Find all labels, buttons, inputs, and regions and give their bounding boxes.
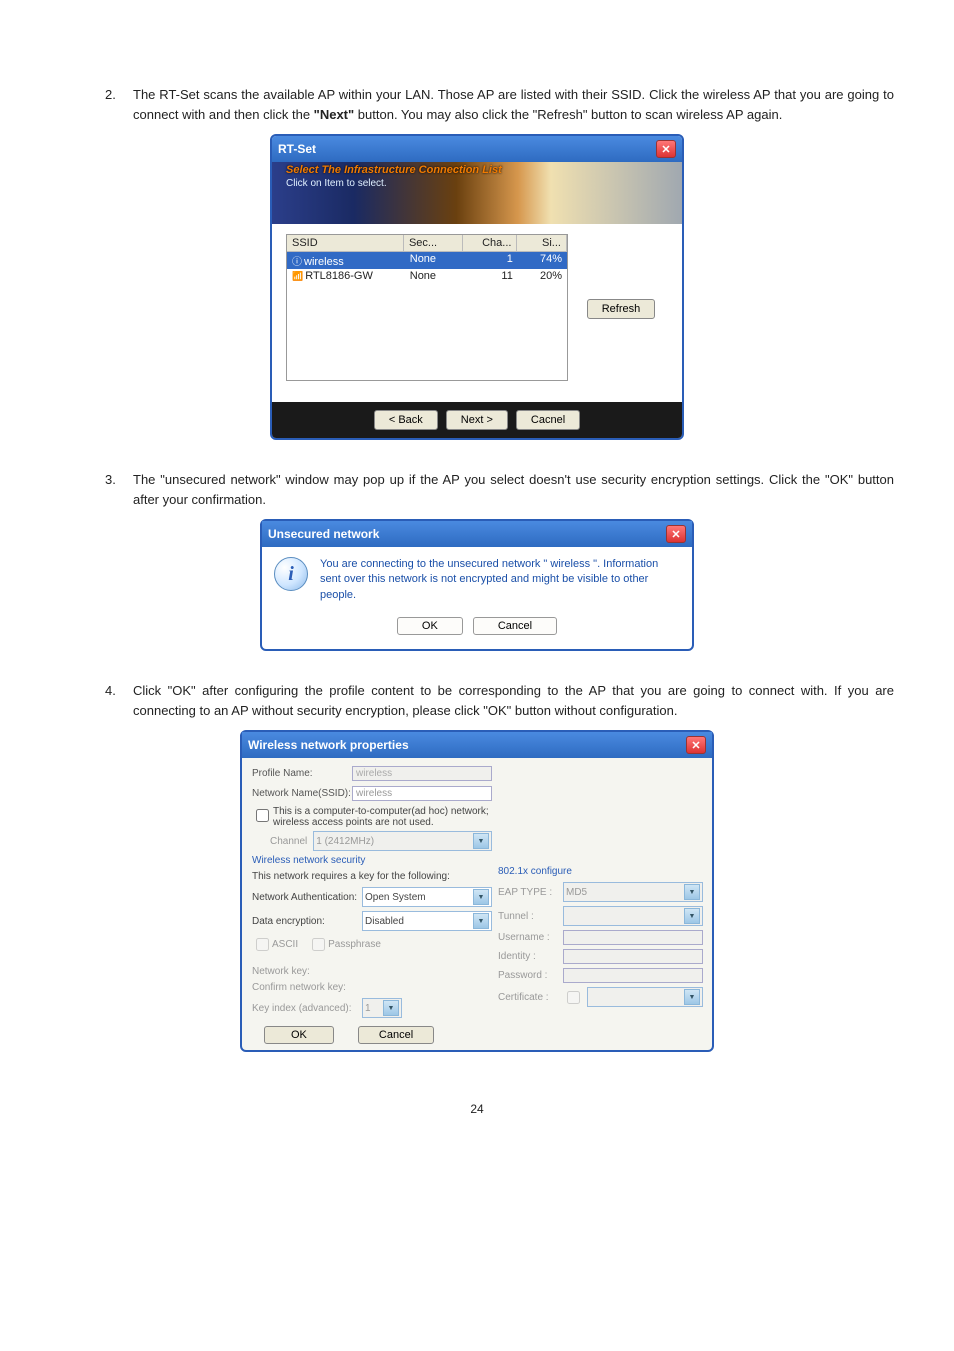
rtset-banner: Select The Infrastructure Connection Lis… xyxy=(272,162,682,224)
ok-button[interactable]: OK xyxy=(264,1026,334,1044)
chevron-down-icon[interactable]: ▼ xyxy=(473,913,489,929)
tunnel-label: Tunnel : xyxy=(498,911,563,922)
info-icon: i xyxy=(274,557,308,591)
table-row[interactable]: wireless None 1 74% xyxy=(287,252,567,269)
rtset-titlebar: RT-Set ✕ xyxy=(272,136,682,162)
passphrase-checkbox xyxy=(312,938,325,951)
cell-ssid: wireless xyxy=(287,252,405,269)
cell-sec: None xyxy=(405,269,464,283)
adhoc-checkbox[interactable] xyxy=(256,809,269,822)
banner-title: Select The Infrastructure Connection Lis… xyxy=(286,164,672,176)
8021x-section-title: 802.1x configure xyxy=(498,866,703,877)
cancel-button[interactable]: Cancel xyxy=(473,617,557,635)
enc-select[interactable]: Disabled ▼ xyxy=(362,911,492,931)
col-cha: Cha... xyxy=(463,235,517,251)
cell-ssid: RTL8186-GW xyxy=(287,269,405,283)
back-button[interactable]: < Back xyxy=(374,410,438,430)
col-sec: Sec... xyxy=(404,235,463,251)
eap-value: MD5 xyxy=(566,887,587,898)
cert-checkbox xyxy=(567,991,580,1004)
security-section-title: Wireless network security xyxy=(252,855,492,866)
confkey-label: Confirm network key: xyxy=(252,982,362,993)
password-label: Password : xyxy=(498,970,563,981)
enc-value: Disabled xyxy=(365,916,404,927)
props-titlebar: Wireless network properties ✕ xyxy=(242,732,712,758)
close-icon[interactable]: ✕ xyxy=(686,736,706,754)
username-label: Username : xyxy=(498,932,563,943)
step-4-number: 4. xyxy=(105,681,133,720)
cell-cha: 1 xyxy=(464,252,518,269)
eap-label: EAP TYPE : xyxy=(498,887,563,898)
chevron-down-icon: ▼ xyxy=(473,833,489,849)
unsecured-dialog: Unsecured network ✕ i You are connecting… xyxy=(260,519,694,651)
refresh-button[interactable]: Refresh xyxy=(587,299,656,319)
adhoc-label: This is a computer-to-computer(ad hoc) n… xyxy=(273,806,492,828)
channel-label: Channel xyxy=(270,836,307,847)
unsec-title: Unsecured network xyxy=(268,527,379,541)
ssid-input[interactable] xyxy=(352,786,492,801)
netkey-label: Network key: xyxy=(252,966,362,977)
auth-label: Network Authentication: xyxy=(252,892,362,903)
identity-label: Identity : xyxy=(498,951,563,962)
cancel-button[interactable]: Cancel xyxy=(358,1026,434,1044)
chevron-down-icon: ▼ xyxy=(684,884,700,900)
cert-select: ▼ xyxy=(587,987,703,1007)
next-button[interactable]: Next > xyxy=(446,410,508,430)
step-3-number: 3. xyxy=(105,470,133,509)
cell-si: 20% xyxy=(518,269,567,283)
keyidx-select: 1 ▼ xyxy=(362,998,402,1018)
chevron-down-icon: ▼ xyxy=(383,1000,399,1016)
chevron-down-icon: ▼ xyxy=(684,989,700,1005)
username-input xyxy=(563,930,703,945)
step-4-text: Click "OK" after configuring the profile… xyxy=(133,681,894,720)
cell-sec: None xyxy=(405,252,464,269)
ap-list-header: SSID Sec... Cha... Si... xyxy=(287,235,567,252)
channel-value: 1 (2412MHz) xyxy=(316,836,374,847)
tunnel-select: ▼ xyxy=(563,906,703,926)
profile-name-input xyxy=(352,766,492,781)
wireless-props-dialog: Wireless network properties ✕ Profile Na… xyxy=(240,730,714,1052)
auth-select[interactable]: Open System ▼ xyxy=(362,887,492,907)
keyidx-value: 1 xyxy=(365,1003,371,1014)
profile-name-label: Profile Name: xyxy=(252,768,352,779)
rtset-title: RT-Set xyxy=(278,142,316,156)
rtset-footer: < Back Next > Cacnel xyxy=(272,402,682,438)
security-desc: This network requires a key for the foll… xyxy=(252,871,492,882)
auth-value: Open System xyxy=(365,892,426,903)
keyidx-label: Key index (advanced): xyxy=(252,1003,362,1014)
table-row[interactable]: RTL8186-GW None 11 20% xyxy=(287,269,567,283)
step-2-text: The RT-Set scans the available AP within… xyxy=(133,85,894,124)
ap-list[interactable]: SSID Sec... Cha... Si... wireless None 1… xyxy=(286,234,568,381)
channel-select: 1 (2412MHz) ▼ xyxy=(313,831,492,851)
page-number: 24 xyxy=(60,1102,894,1116)
ascii-label: ASCII xyxy=(272,939,298,950)
unsec-message: You are connecting to the unsecured netw… xyxy=(320,557,680,603)
cert-label: Certificate : xyxy=(498,992,563,1003)
step-3-text: The "unsecured network" window may pop u… xyxy=(133,470,894,509)
identity-input xyxy=(563,949,703,964)
cancel-button[interactable]: Cacnel xyxy=(516,410,580,430)
chevron-down-icon: ▼ xyxy=(684,908,700,924)
step-2-text-c: button. You may also click the "Refresh"… xyxy=(354,107,782,122)
step-2-number: 2. xyxy=(105,85,133,124)
chevron-down-icon[interactable]: ▼ xyxy=(473,889,489,905)
close-icon[interactable]: ✕ xyxy=(666,525,686,543)
cell-si: 74% xyxy=(518,252,567,269)
close-icon[interactable]: ✕ xyxy=(656,140,676,158)
enc-label: Data encryption: xyxy=(252,916,362,927)
props-title: Wireless network properties xyxy=(248,738,409,752)
ok-button[interactable]: OK xyxy=(397,617,463,635)
passphrase-label: Passphrase xyxy=(328,939,381,950)
col-ssid: SSID xyxy=(287,235,404,251)
rtset-window: RT-Set ✕ Select The Infrastructure Conne… xyxy=(270,134,684,440)
banner-subtitle: Click on Item to select. xyxy=(286,178,672,189)
ascii-checkbox xyxy=(256,938,269,951)
unsec-titlebar: Unsecured network ✕ xyxy=(262,521,692,547)
ssid-label: Network Name(SSID): xyxy=(252,788,352,799)
col-si: Si... xyxy=(517,235,567,251)
password-input xyxy=(563,968,703,983)
eap-select: MD5 ▼ xyxy=(563,882,703,902)
step-2-text-b: "Next" xyxy=(314,107,355,122)
cell-cha: 11 xyxy=(464,269,518,283)
